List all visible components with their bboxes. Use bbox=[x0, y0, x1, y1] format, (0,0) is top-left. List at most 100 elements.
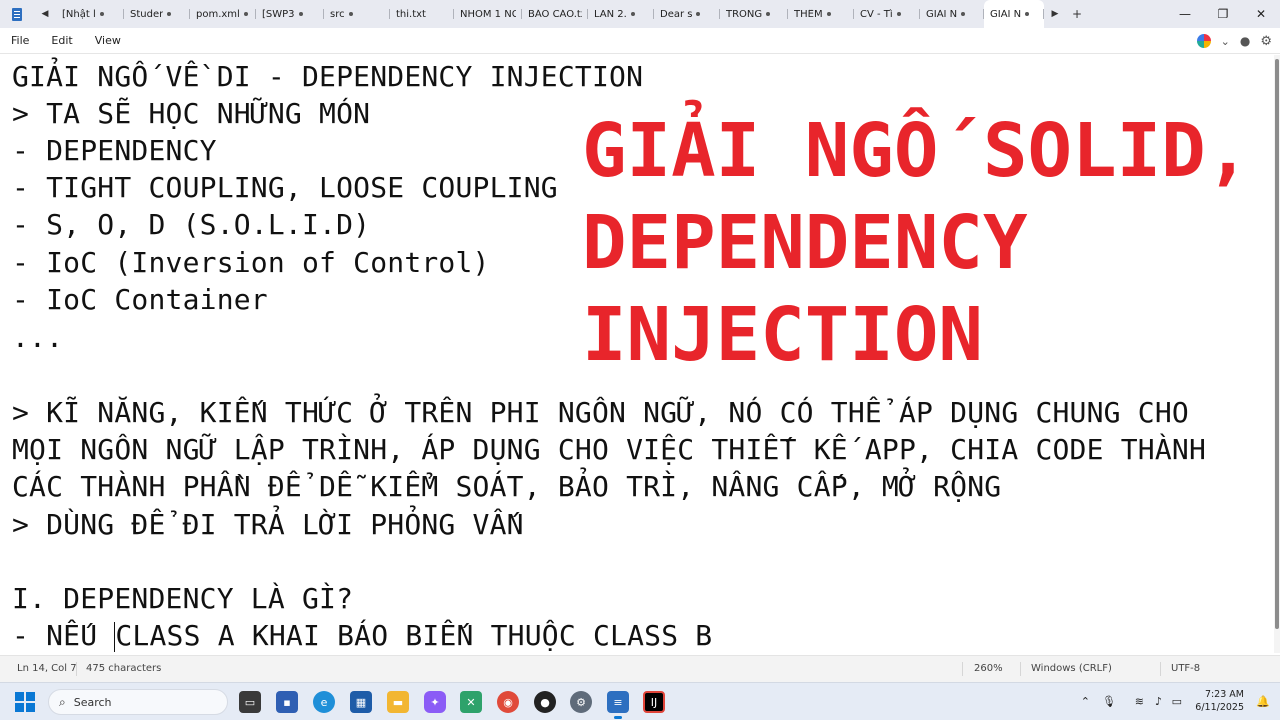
settings-gear-icon[interactable]: ⚙ bbox=[1260, 34, 1272, 49]
cursor-position: Ln 14, Col 7 bbox=[17, 663, 77, 674]
editor-line: GIẢI NGỐ VỀ DI - DEPENDENCY INJECTION bbox=[12, 60, 644, 93]
excel-like-icon[interactable]: ✕ bbox=[460, 691, 482, 713]
search-icon: ⌕ bbox=[59, 694, 66, 709]
tab-11[interactable]: THÊM bbox=[788, 0, 854, 28]
unsaved-dot-icon bbox=[826, 12, 831, 16]
tab-label: NHÓM 1 NG bbox=[460, 8, 516, 20]
battery-icon[interactable]: ▭ bbox=[1172, 695, 1182, 708]
editor-line: MỌI NGÔN NGỮ LẬP TRÌNH, ÁP DỤNG CHO VIỆC… bbox=[12, 433, 1207, 466]
vertical-scrollbar[interactable] bbox=[1274, 55, 1280, 653]
file-explorer-icon[interactable]: ▬ bbox=[387, 691, 409, 713]
tab-label: pom.xml bbox=[196, 8, 240, 20]
wifi-icon[interactable]: ≋ bbox=[1135, 695, 1144, 708]
scrollbar-thumb[interactable] bbox=[1275, 59, 1279, 629]
zoom-level[interactable]: 260% bbox=[974, 663, 1003, 674]
status-divider bbox=[962, 662, 963, 676]
caret-text-after: CLASS A KHAI BÁO BIẾN THUỘC CLASS B bbox=[115, 619, 713, 652]
tab-14[interactable]: GIẢI N bbox=[984, 0, 1044, 28]
account-icon[interactable]: ● bbox=[1240, 34, 1250, 48]
text-editor[interactable]: GIẢI NGỐ VỀ DI - DEPENDENCY INJECTION > … bbox=[0, 55, 1274, 653]
chevron-down-icon[interactable]: ⌄ bbox=[1221, 35, 1230, 48]
editor-line: - DEPENDENCY bbox=[12, 134, 217, 167]
menu-bar: File Edit View ⌄ ● ⚙ bbox=[0, 28, 1280, 54]
encoding[interactable]: UTF-8 bbox=[1171, 663, 1200, 674]
microsoft-store-icon[interactable]: ▦ bbox=[350, 691, 372, 713]
unsaved-dot-icon bbox=[1025, 12, 1030, 16]
tab-1[interactable]: Studer bbox=[124, 0, 190, 28]
tab-10[interactable]: TRONG bbox=[720, 0, 788, 28]
menu-file[interactable]: File bbox=[0, 34, 40, 47]
copilot-app-icon[interactable]: ✦ bbox=[424, 691, 446, 713]
tab-7[interactable]: BÁO CÁO.txt bbox=[522, 0, 588, 28]
github-desktop-icon[interactable]: ● bbox=[534, 691, 556, 713]
settings-app-icon[interactable]: ⚙ bbox=[570, 691, 592, 713]
maximize-button[interactable]: ❐ bbox=[1204, 0, 1242, 28]
tab-label: [Nhật l bbox=[62, 8, 96, 20]
editor-line: - IoC Container bbox=[12, 283, 268, 316]
title-tab-bar: ◀ [Nhật l Studer pom.xml [SWP3 src thi.txt NHÓ… bbox=[0, 0, 1280, 28]
unsaved-dot-icon bbox=[630, 12, 635, 16]
windows-start-icon[interactable] bbox=[15, 692, 35, 712]
tab-2[interactable]: pom.xml bbox=[190, 0, 256, 28]
menu-edit[interactable]: Edit bbox=[40, 34, 83, 47]
scroll-tabs-left-icon[interactable]: ◀ bbox=[34, 0, 56, 28]
tab-13[interactable]: GIẢI N bbox=[920, 0, 984, 28]
save-disk-app-icon[interactable]: ▪ bbox=[276, 691, 298, 713]
tab-label: Dear s bbox=[660, 8, 693, 20]
tab-6[interactable]: NHÓM 1 NG bbox=[454, 0, 522, 28]
minimize-button[interactable]: — bbox=[1166, 0, 1204, 28]
new-tab-button[interactable]: + bbox=[1066, 0, 1088, 28]
unsaved-dot-icon bbox=[896, 12, 901, 16]
scroll-tabs-right-icon[interactable]: ▶ bbox=[1044, 0, 1066, 28]
tab-label: GIẢI N bbox=[926, 8, 958, 20]
notification-bell-icon[interactable]: 🔔 bbox=[1256, 695, 1270, 708]
tab-5[interactable]: thi.txt bbox=[390, 0, 454, 28]
editor-line: > KĨ NĂNG, KIẾN THỨC Ở TRÊN PHI NGÔN NGỮ… bbox=[12, 396, 1189, 429]
menu-view[interactable]: View bbox=[84, 34, 132, 47]
tab-label: BÁO CÁO.txt bbox=[528, 8, 582, 20]
tab-separator bbox=[1043, 9, 1044, 19]
tab-3[interactable]: [SWP3 bbox=[256, 0, 324, 28]
unsaved-dot-icon bbox=[243, 12, 248, 16]
intellij-idea-icon[interactable]: IJ bbox=[643, 691, 665, 713]
line-ending[interactable]: Windows (CRLF) bbox=[1031, 663, 1112, 674]
microphone-icon[interactable]: 🎙 bbox=[1102, 695, 1116, 708]
editor-line: > DÙNG ĐỂ ĐI TRẢ LỜI PHỎNG VẤN bbox=[12, 508, 524, 541]
tab-4[interactable]: src bbox=[324, 0, 390, 28]
overlay-title-line-3: INJECTION bbox=[582, 292, 983, 378]
editor-line: ... bbox=[12, 321, 64, 354]
tab-label: [SWP3 bbox=[262, 8, 295, 20]
editor-line: - S, O, D (S.O.L.I.D) bbox=[12, 208, 371, 241]
volume-icon[interactable]: ♪ bbox=[1155, 695, 1162, 708]
caret-text-before: - NẾU bbox=[12, 619, 115, 652]
unsaved-dot-icon bbox=[348, 12, 353, 16]
task-view-icon[interactable]: ▭ bbox=[239, 691, 261, 713]
editor-line: - IoC (Inversion of Control) bbox=[12, 246, 490, 279]
tab-label: THÊM bbox=[794, 8, 823, 20]
window-controls: — ❐ ✕ bbox=[1166, 0, 1280, 28]
tab-12[interactable]: CV - Tì bbox=[854, 0, 920, 28]
copilot-icon[interactable] bbox=[1196, 34, 1211, 48]
editor-line: - TIGHT COUPLING, LOOSE COUPLING bbox=[12, 171, 558, 204]
edge-browser-icon[interactable]: e bbox=[313, 691, 335, 713]
chevron-up-icon[interactable]: ⌃ bbox=[1081, 695, 1090, 708]
editor-line: CÁC THÀNH PHẦN ĐỂ DỄ KIỂM SOÁT, BẢO TRÌ,… bbox=[12, 470, 1002, 503]
editor-line: > TA SẼ HỌC NHỮNG MÓN bbox=[12, 97, 371, 130]
taskbar-search-box[interactable]: ⌕ Search bbox=[48, 689, 228, 715]
tab-0[interactable]: [Nhật l bbox=[56, 0, 124, 28]
search-placeholder: Search bbox=[73, 695, 112, 709]
clock[interactable]: 7:23 AM 6/11/2025 bbox=[1195, 688, 1244, 714]
unsaved-dot-icon bbox=[766, 12, 771, 16]
tab-label: thi.txt bbox=[396, 8, 426, 20]
close-button[interactable]: ✕ bbox=[1242, 0, 1280, 28]
unsaved-dot-icon bbox=[167, 12, 172, 16]
unsaved-dot-icon bbox=[696, 12, 701, 16]
clock-date: 6/11/2025 bbox=[1195, 702, 1244, 713]
tab-label: CV - Tì bbox=[860, 8, 893, 20]
notepad-taskbar-icon[interactable]: ≡ bbox=[607, 691, 629, 719]
editor-line: I. DEPENDENCY LÀ GÌ? bbox=[12, 582, 354, 615]
status-divider bbox=[1160, 662, 1161, 676]
tab-9[interactable]: Dear s bbox=[654, 0, 720, 28]
tab-8[interactable]: LAN 2. bbox=[588, 0, 654, 28]
chrome-browser-icon[interactable]: ◉ bbox=[497, 691, 519, 713]
